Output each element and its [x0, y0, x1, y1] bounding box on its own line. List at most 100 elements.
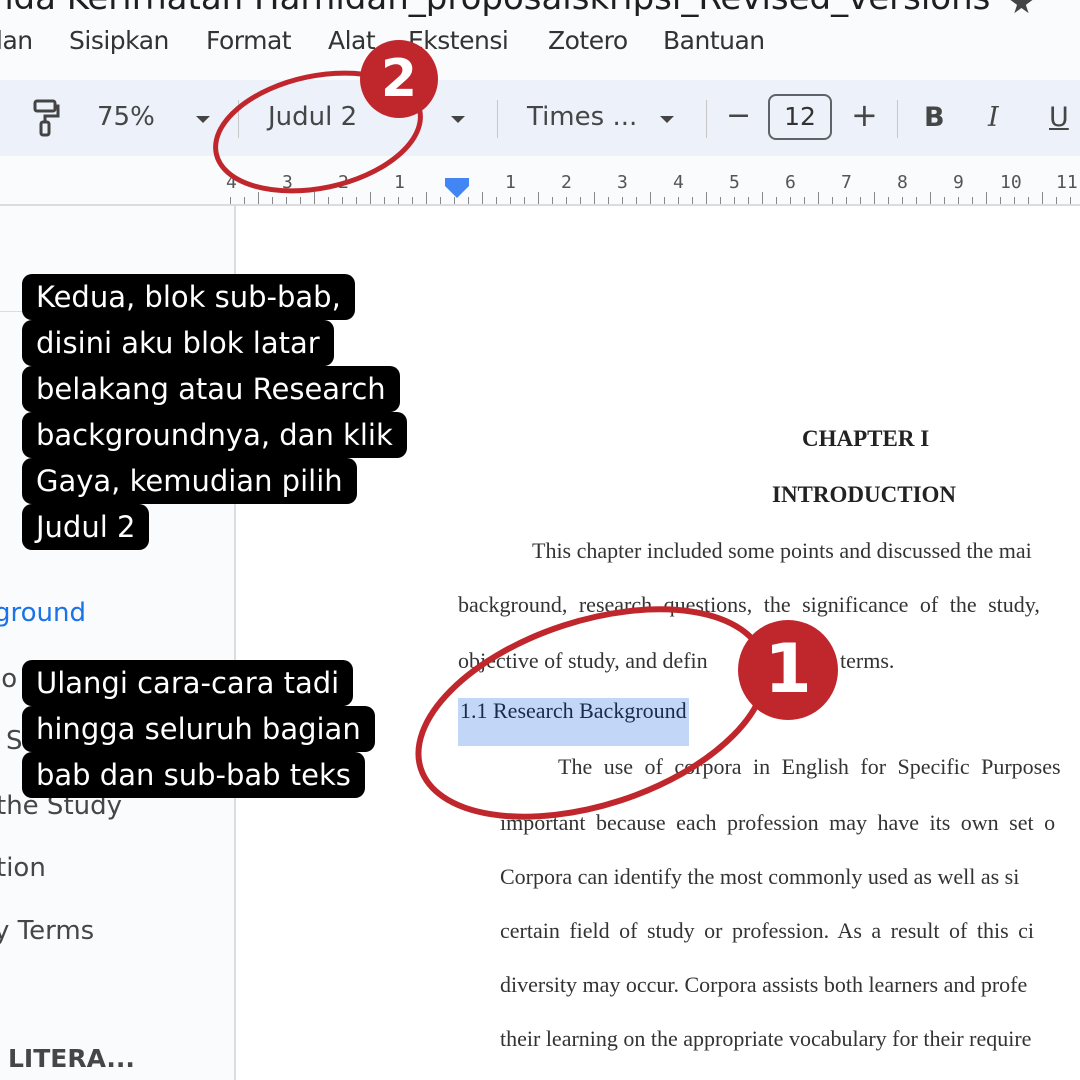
body-line: diversity may occur. Corpora assists bot… [500, 972, 1028, 997]
ruler-tick [986, 192, 987, 204]
italic-button[interactable]: I [988, 102, 999, 133]
title-bar: nda Kerirhatan Harnidan_proposalskripsi_… [0, 0, 1080, 22]
menu-alat[interactable]: Alat [328, 26, 376, 55]
outline-item-chapter-2[interactable]: LITERA... [8, 1044, 135, 1073]
selected-subheading[interactable]: 1.1 Research Background [458, 698, 689, 746]
chapter-heading: CHAPTER I [802, 426, 930, 451]
ruler-tick [398, 197, 399, 204]
menu-zotero[interactable]: Zotero [548, 26, 628, 55]
ruler-tick [1070, 197, 1071, 204]
ruler-tick [482, 192, 483, 204]
ruler-tick [636, 197, 637, 204]
ruler-label: 4 [673, 172, 684, 193]
outline-item-significance[interactable]: S [6, 726, 23, 756]
body-line: Corpora can identify the most commonly u… [500, 864, 1020, 889]
ruler-tick [930, 192, 931, 204]
ruler-tick [678, 197, 679, 204]
outline-item-limitation[interactable]: tion [0, 853, 46, 883]
ruler-tick [776, 197, 777, 204]
star-icon[interactable]: ★ [1008, 0, 1035, 21]
font-select[interactable]: Times ... [527, 102, 637, 132]
bold-button[interactable]: B [924, 102, 945, 133]
ruler-tick [426, 192, 427, 204]
ruler-tick [342, 197, 343, 204]
ruler-tick [944, 197, 945, 204]
ruler-tick [258, 192, 259, 204]
decrease-font-size-button[interactable]: − [726, 98, 751, 133]
ruler-tick [860, 197, 861, 204]
ruler-tick [1056, 197, 1057, 204]
ruler-tick [902, 197, 903, 204]
ruler-tick [580, 197, 581, 204]
ruler-tick [538, 192, 539, 204]
callout-line: backgroundnya, dan klik [22, 412, 407, 458]
ruler-tick [566, 197, 567, 204]
paragraph-line: background, research questions, the sign… [458, 592, 1040, 617]
ruler-tick [356, 197, 357, 204]
outline-item-definition-of-key-terms[interactable]: y Terms [0, 916, 94, 946]
ruler-tick [384, 197, 385, 204]
callout-line: Judul 2 [22, 504, 150, 550]
ruler-tick [608, 197, 609, 204]
indent-marker-icon[interactable] [445, 178, 469, 186]
increase-font-size-button[interactable]: + [851, 96, 878, 134]
ruler-tick [748, 197, 749, 204]
ruler-tick [692, 197, 693, 204]
instruction-callout-step-2: Kedua, blok sub-bab, disini aku blok lat… [22, 274, 407, 550]
ruler-label: 10 [1000, 172, 1022, 193]
outline-item-research-questions[interactable]: io [0, 664, 17, 694]
ruler-tick [1042, 192, 1043, 204]
ruler-tick [370, 192, 371, 204]
ruler-label: 1 [505, 172, 516, 193]
ruler-label: 1 [394, 172, 405, 193]
ruler-tick [790, 197, 791, 204]
ruler-tick [832, 197, 833, 204]
ruler-tick [272, 197, 273, 204]
ruler-tick [524, 197, 525, 204]
ruler-tick [230, 197, 231, 204]
ruler-tick [1028, 197, 1029, 204]
ruler[interactable]: 4 3 2 1 1 2 3 4 5 6 7 8 9 10 11 [0, 156, 1080, 206]
outline-item-research-background[interactable]: ground [0, 598, 86, 628]
ruler-label: 4 [226, 172, 237, 193]
ruler-tick [552, 197, 553, 204]
style-select[interactable]: Judul 2 [268, 102, 357, 132]
body-line: certain field of study or profession. As… [500, 918, 1035, 943]
underline-button[interactable]: U [1049, 102, 1069, 133]
ruler-tick [496, 197, 497, 204]
ruler-tick [244, 197, 245, 204]
ruler-tick [916, 197, 917, 204]
callout-line: Gaya, kemudian pilih [22, 458, 357, 504]
ruler-tick [328, 197, 329, 204]
ruler-label: 8 [897, 172, 908, 193]
ruler-tick [650, 192, 651, 204]
ruler-label: 3 [282, 172, 293, 193]
ruler-tick [818, 192, 819, 204]
ruler-label: 6 [785, 172, 796, 193]
style-dropdown-icon[interactable] [451, 116, 465, 123]
ruler-tick [622, 197, 623, 204]
ruler-label: 11 [1056, 172, 1078, 193]
toolbar-separator [497, 100, 498, 138]
menu-tampilan[interactable]: lan [0, 26, 33, 55]
document-title[interactable]: nda Kerirhatan Harnidan_proposalskripsi_… [0, 0, 990, 18]
ruler-label: 7 [841, 172, 852, 193]
font-size-input[interactable]: 12 [768, 94, 832, 140]
menu-sisipkan[interactable]: Sisipkan [69, 26, 169, 55]
zoom-select[interactable]: 75% [97, 102, 155, 132]
ruler-label: 2 [338, 172, 349, 193]
menu-bantuan[interactable]: Bantuan [663, 26, 765, 55]
menu-format[interactable]: Format [206, 26, 292, 55]
font-dropdown-icon[interactable] [660, 116, 674, 123]
ruler-tick [412, 197, 413, 204]
zoom-dropdown-icon[interactable] [196, 116, 210, 123]
chapter-title: INTRODUCTION [772, 482, 957, 507]
paragraph-line: objective of study, and defin [458, 648, 708, 673]
paint-format-icon[interactable] [32, 98, 60, 142]
body-line: important because each profession may ha… [500, 810, 1056, 835]
indent-marker-triangle-icon[interactable] [445, 186, 469, 198]
ruler-label: 3 [617, 172, 628, 193]
callout-line: disini aku blok latar [22, 320, 334, 366]
ruler-tick [594, 192, 595, 204]
instruction-callout-repeat: Ulangi cara-cara tadi hingga seluruh bag… [22, 660, 375, 798]
